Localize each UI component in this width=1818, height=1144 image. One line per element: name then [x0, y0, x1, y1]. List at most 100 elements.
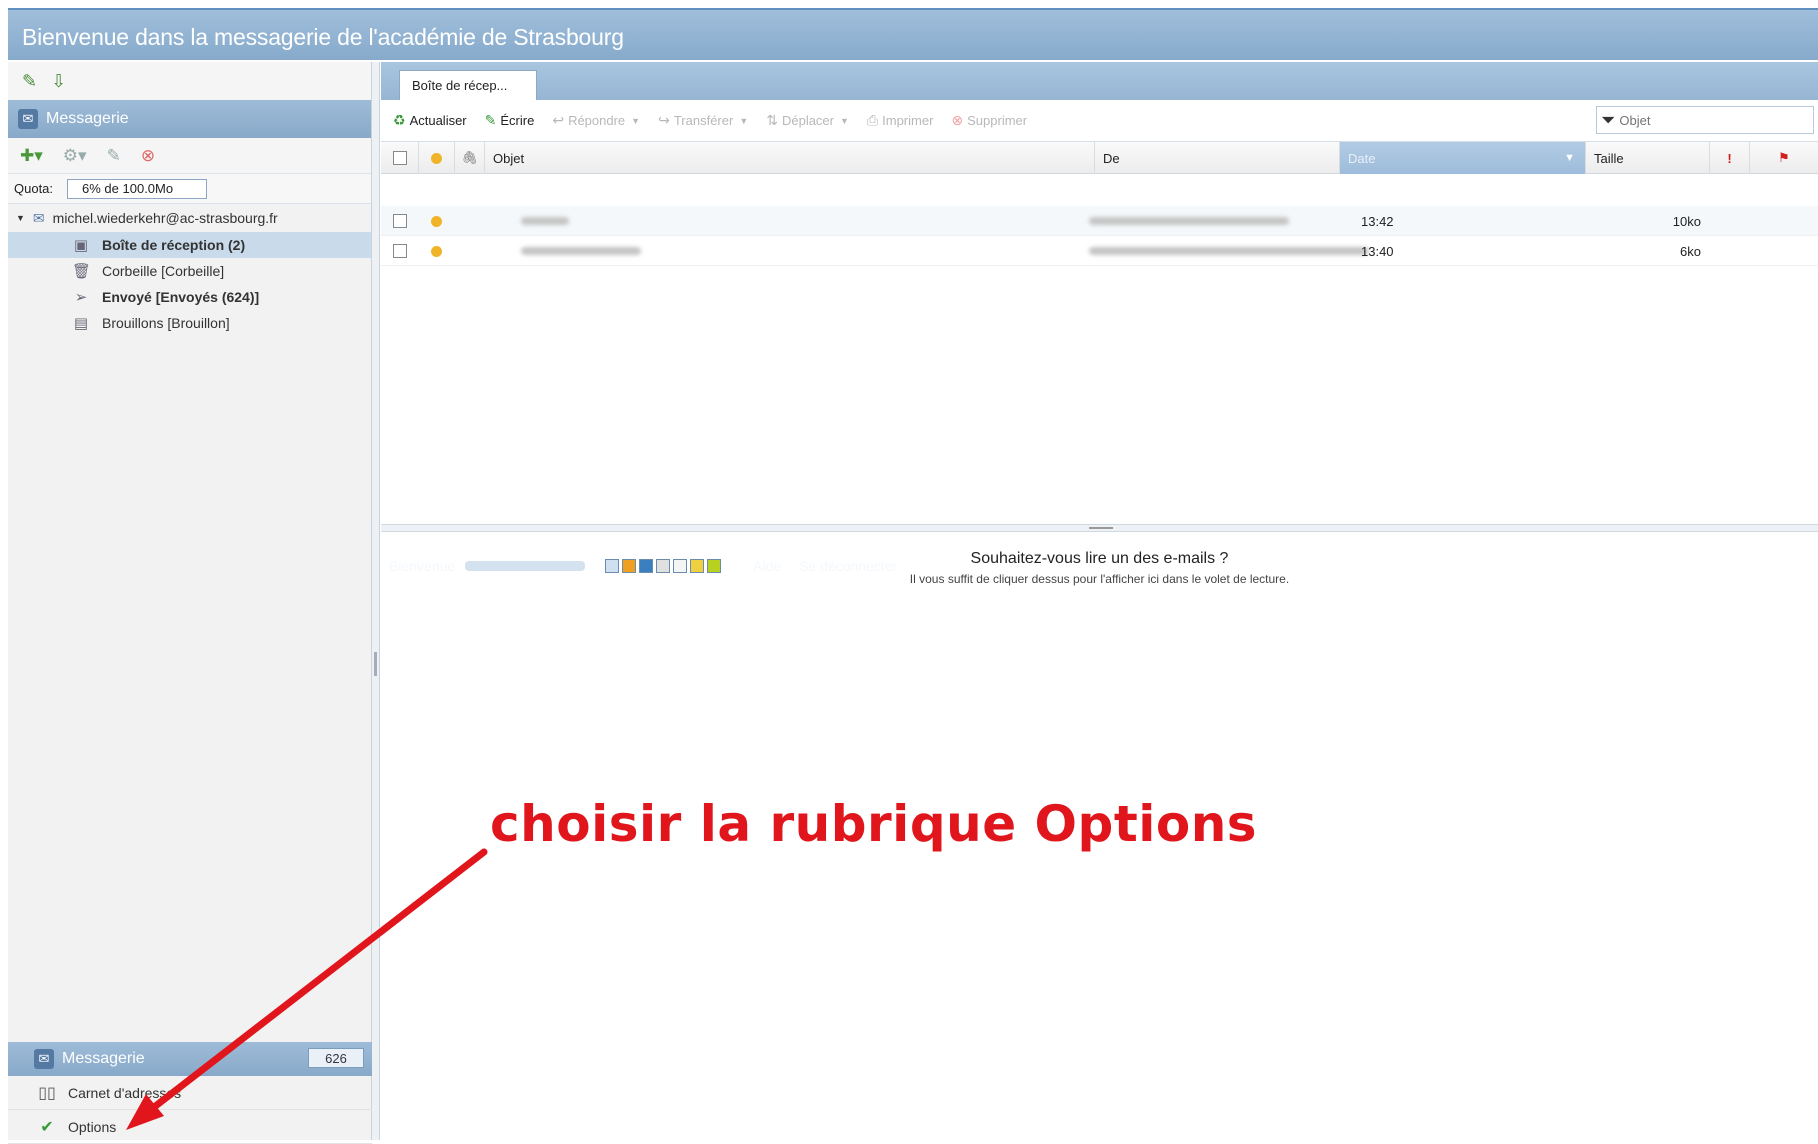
folder-inbox[interactable]: ▣ Boîte de réception (2): [8, 232, 371, 258]
message-count-badge: 626: [308, 1048, 364, 1068]
priority-icon: !: [1727, 150, 1732, 166]
print-button[interactable]: ⎙ Imprimer: [867, 112, 933, 129]
mail-app-icon: ✉: [34, 1049, 54, 1069]
chevron-down-icon: ▼: [739, 115, 749, 126]
nav-mail-label: Messagerie: [62, 1050, 145, 1067]
quota-label: Quota:: [14, 181, 54, 196]
delete-folder-icon[interactable]: ⊗: [141, 146, 155, 166]
subject-column-header[interactable]: Objet: [485, 142, 1095, 174]
compose-label: Écrire: [500, 113, 535, 128]
row-subject-blurred: [521, 236, 641, 266]
account-node[interactable]: ▼ ✉ michel.wiederkehr@ac-strasbourg.fr: [8, 204, 371, 232]
row-checkbox-cell: [393, 206, 407, 236]
rename-folder-icon[interactable]: ✎: [107, 146, 121, 166]
row-checkbox[interactable]: [393, 244, 407, 258]
account-email: michel.wiederkehr@ac-strasbourg.fr: [52, 210, 278, 226]
row-time: 13:40: [1361, 243, 1394, 259]
from-column-header[interactable]: De: [1095, 142, 1340, 174]
reply-label: Répondre: [568, 113, 626, 128]
print-icon: ⎙: [866, 112, 879, 128]
tab-inbox[interactable]: Boîte de récep...: [399, 70, 537, 100]
quick-actions: ✎ ⇩: [8, 62, 371, 100]
splitter-grip[interactable]: [374, 652, 377, 676]
unread-dot-icon: [431, 152, 442, 164]
unread-dot-icon[interactable]: [431, 215, 442, 227]
add-folder-icon[interactable]: ✚▾: [20, 146, 43, 166]
priority-column[interactable]: !: [1710, 142, 1750, 174]
refresh-icon: ♻: [393, 112, 406, 128]
select-all-column: [381, 142, 419, 174]
row-unread-cell: [431, 236, 442, 266]
trash-icon: 🗑: [72, 263, 92, 280]
row-checkbox[interactable]: [393, 214, 407, 228]
size-column-header[interactable]: Taille: [1586, 142, 1710, 174]
row-size: 6ko: [1680, 243, 1701, 259]
move-button[interactable]: ⇅ Déplacer ▼: [766, 112, 849, 129]
nav-mail[interactable]: ✉ Messagerie 626: [8, 1042, 372, 1076]
folder-settings-icon[interactable]: ⚙▾: [63, 146, 87, 166]
folder-drafts[interactable]: ▤ Brouillons [Brouillon]: [8, 310, 371, 336]
compose-button[interactable]: ✎ Écrire: [485, 112, 535, 129]
row-from-blurred: [1089, 206, 1289, 236]
date-column-header[interactable]: Date ▼: [1340, 142, 1586, 174]
quota-bar: Quota: 6% de 100.0Mo: [8, 174, 371, 204]
table-row[interactable]: 13:40 6ko: [381, 236, 1818, 266]
refresh-label: Actualiser: [409, 113, 467, 128]
nav-address-book[interactable]: ▯▯ Carnet d'adresses: [8, 1076, 372, 1110]
search-box: ⏷: [1596, 106, 1814, 134]
options-check-icon: ✔: [40, 1118, 54, 1136]
flag-column[interactable]: ⚑: [1750, 142, 1818, 174]
address-book-icon: ▯▯: [38, 1084, 56, 1102]
row-subject-blurred: [521, 206, 569, 236]
webmail-app: Bienvenue dans la messagerie de l'académ…: [0, 0, 1818, 1144]
chevron-down-icon: ▼: [631, 115, 641, 126]
unread-column[interactable]: [419, 142, 455, 174]
row-checkbox-cell: [393, 236, 407, 266]
row-size: 10ko: [1672, 213, 1701, 229]
new-message-icon[interactable]: ✎: [22, 72, 37, 90]
print-label: Imprimer: [882, 113, 934, 128]
inbox-icon: ▣: [73, 237, 89, 254]
refresh-button[interactable]: ♻ Actualiser: [393, 112, 467, 129]
search-input[interactable]: [1619, 112, 1790, 128]
filter-icon[interactable]: ⏷: [1601, 110, 1615, 131]
folder-label: Envoyé [Envoyés (624)]: [102, 289, 260, 305]
sort-desc-icon: ▼: [1564, 152, 1575, 164]
reply-button[interactable]: ↩ Répondre ▼: [552, 112, 640, 129]
forward-button[interactable]: ↪ Transférer ▼: [658, 112, 748, 129]
folder-label: Corbeille [Corbeille]: [102, 263, 225, 279]
folder-sent[interactable]: ➢ Envoyé [Envoyés (624)]: [8, 284, 371, 310]
nav-options[interactable]: ✔ Options: [8, 1110, 372, 1144]
select-all-checkbox[interactable]: [392, 151, 407, 165]
check-mail-icon[interactable]: ⇩: [51, 72, 66, 90]
splitter-grip[interactable]: [1089, 527, 1113, 529]
mail-app-icon: ✉: [18, 109, 38, 129]
quota-value: 6% de 100.0Mo: [67, 178, 208, 199]
move-icon: ⇅: [766, 112, 778, 128]
bottom-nav: ✉ Messagerie 626 ▯▯ Carnet d'adresses ✔ …: [8, 1042, 372, 1144]
compose-icon: ✎: [484, 112, 497, 128]
mail-panel-header: ✉ Messagerie: [8, 100, 371, 138]
table-row[interactable]: 13:42 10ko: [381, 206, 1818, 236]
tab-bar: Boîte de récep...: [381, 62, 1818, 100]
folder-trash[interactable]: 🗑 Corbeille [Corbeille]: [8, 258, 371, 284]
annotation-text: choisir la rubrique Options: [490, 795, 1258, 853]
horizontal-splitter[interactable]: [381, 524, 1818, 532]
forward-icon: ↪: [658, 112, 670, 128]
delete-button[interactable]: ⊗ Supprimer: [951, 112, 1027, 129]
row-unread-cell: [431, 206, 442, 236]
paperclip-icon: 🖇: [461, 150, 478, 165]
attachment-column[interactable]: 🖇: [455, 142, 485, 174]
message-list-header: 🖇 Objet De Date ▼ Taille ! ⚑: [381, 142, 1818, 174]
main-panel: Boîte de récep... ♻ Actualiser ✎ Écrire ↩ R…: [381, 62, 1818, 1140]
folder-label: Brouillons [Brouillon]: [102, 315, 230, 331]
date-column-label: Date: [1348, 150, 1376, 166]
unread-dot-icon[interactable]: [431, 245, 442, 257]
chevron-down-icon: ▼: [840, 115, 849, 126]
reply-icon: ↩: [552, 112, 565, 128]
preview-title: Souhaitez-vous lire un des e-mails ?: [970, 550, 1229, 567]
row-time: 13:42: [1361, 213, 1394, 229]
collapse-triangle-icon[interactable]: ▼: [16, 213, 25, 223]
sent-icon: ➢: [74, 289, 88, 306]
vertical-splitter[interactable]: [372, 62, 380, 1140]
